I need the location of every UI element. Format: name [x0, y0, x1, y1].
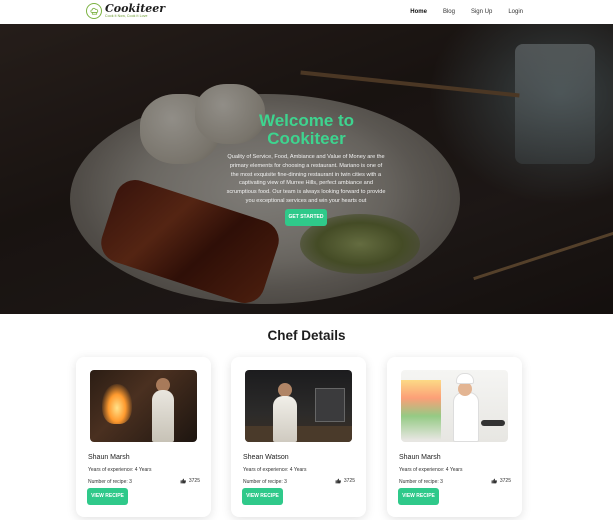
nav-link-login[interactable]: Login [508, 9, 523, 15]
likes-count: 3725 [335, 478, 355, 484]
chef-recipe-count: Number of recipe: 3 [243, 479, 287, 485]
chef-experience: Years of experience: 4 Years [243, 467, 307, 473]
chef-name: Shaun Marsh [399, 454, 441, 461]
brand-logo[interactable]: Cookiteer Cook it Now, Cook it Love [86, 3, 165, 19]
thumbs-up-icon [335, 478, 341, 484]
nav-menu: Home Blog Sign Up Login [394, 0, 523, 24]
chef-name: Shaun Marsh [88, 454, 130, 461]
likes-count: 3725 [491, 478, 511, 484]
chef-photo [90, 370, 197, 442]
brand-tagline: Cook it Now, Cook it Love [105, 14, 148, 19]
chef-name: Shean Watson [243, 454, 289, 461]
chef-recipe-count: Number of recipe: 3 [399, 479, 443, 485]
nav-link-blog[interactable]: Blog [443, 9, 455, 15]
chef-card: Shaun Marsh Years of experience: 4 Years… [387, 357, 522, 517]
section-title: Chef Details [267, 328, 346, 343]
brand-name: Cookiteer [105, 2, 166, 16]
chef-experience: Years of experience: 4 Years [88, 467, 152, 473]
hero-content: Welcome to Cookiteer Quality of Service,… [0, 24, 613, 314]
chef-card: Shean Watson Years of experience: 4 Year… [231, 357, 366, 517]
chef-card: Shaun Marsh Years of experience: 4 Years… [76, 357, 211, 517]
chef-photo [401, 370, 508, 442]
chef-experience: Years of experience: 4 Years [399, 467, 463, 473]
view-recipe-button[interactable]: VIEW RECIPE [242, 488, 283, 505]
chef-hat-icon [86, 3, 102, 19]
chef-photo [245, 370, 352, 442]
hero-description: Quality of Service, Food, Ambiance and V… [226, 154, 386, 204]
likes-count: 3725 [180, 478, 200, 484]
thumbs-up-icon [491, 478, 497, 484]
view-recipe-button[interactable]: VIEW RECIPE [398, 488, 439, 505]
navbar: Cookiteer Cook it Now, Cook it Love Home… [0, 0, 613, 24]
get-started-button[interactable]: GET STARTED [285, 209, 327, 226]
hero-title: Welcome to Cookiteer [258, 111, 355, 148]
chef-recipe-count: Number of recipe: 3 [88, 479, 132, 485]
nav-link-signup[interactable]: Sign Up [471, 9, 492, 15]
nav-link-home[interactable]: Home [410, 9, 427, 15]
view-recipe-button[interactable]: VIEW RECIPE [87, 488, 128, 505]
thumbs-up-icon [180, 478, 186, 484]
